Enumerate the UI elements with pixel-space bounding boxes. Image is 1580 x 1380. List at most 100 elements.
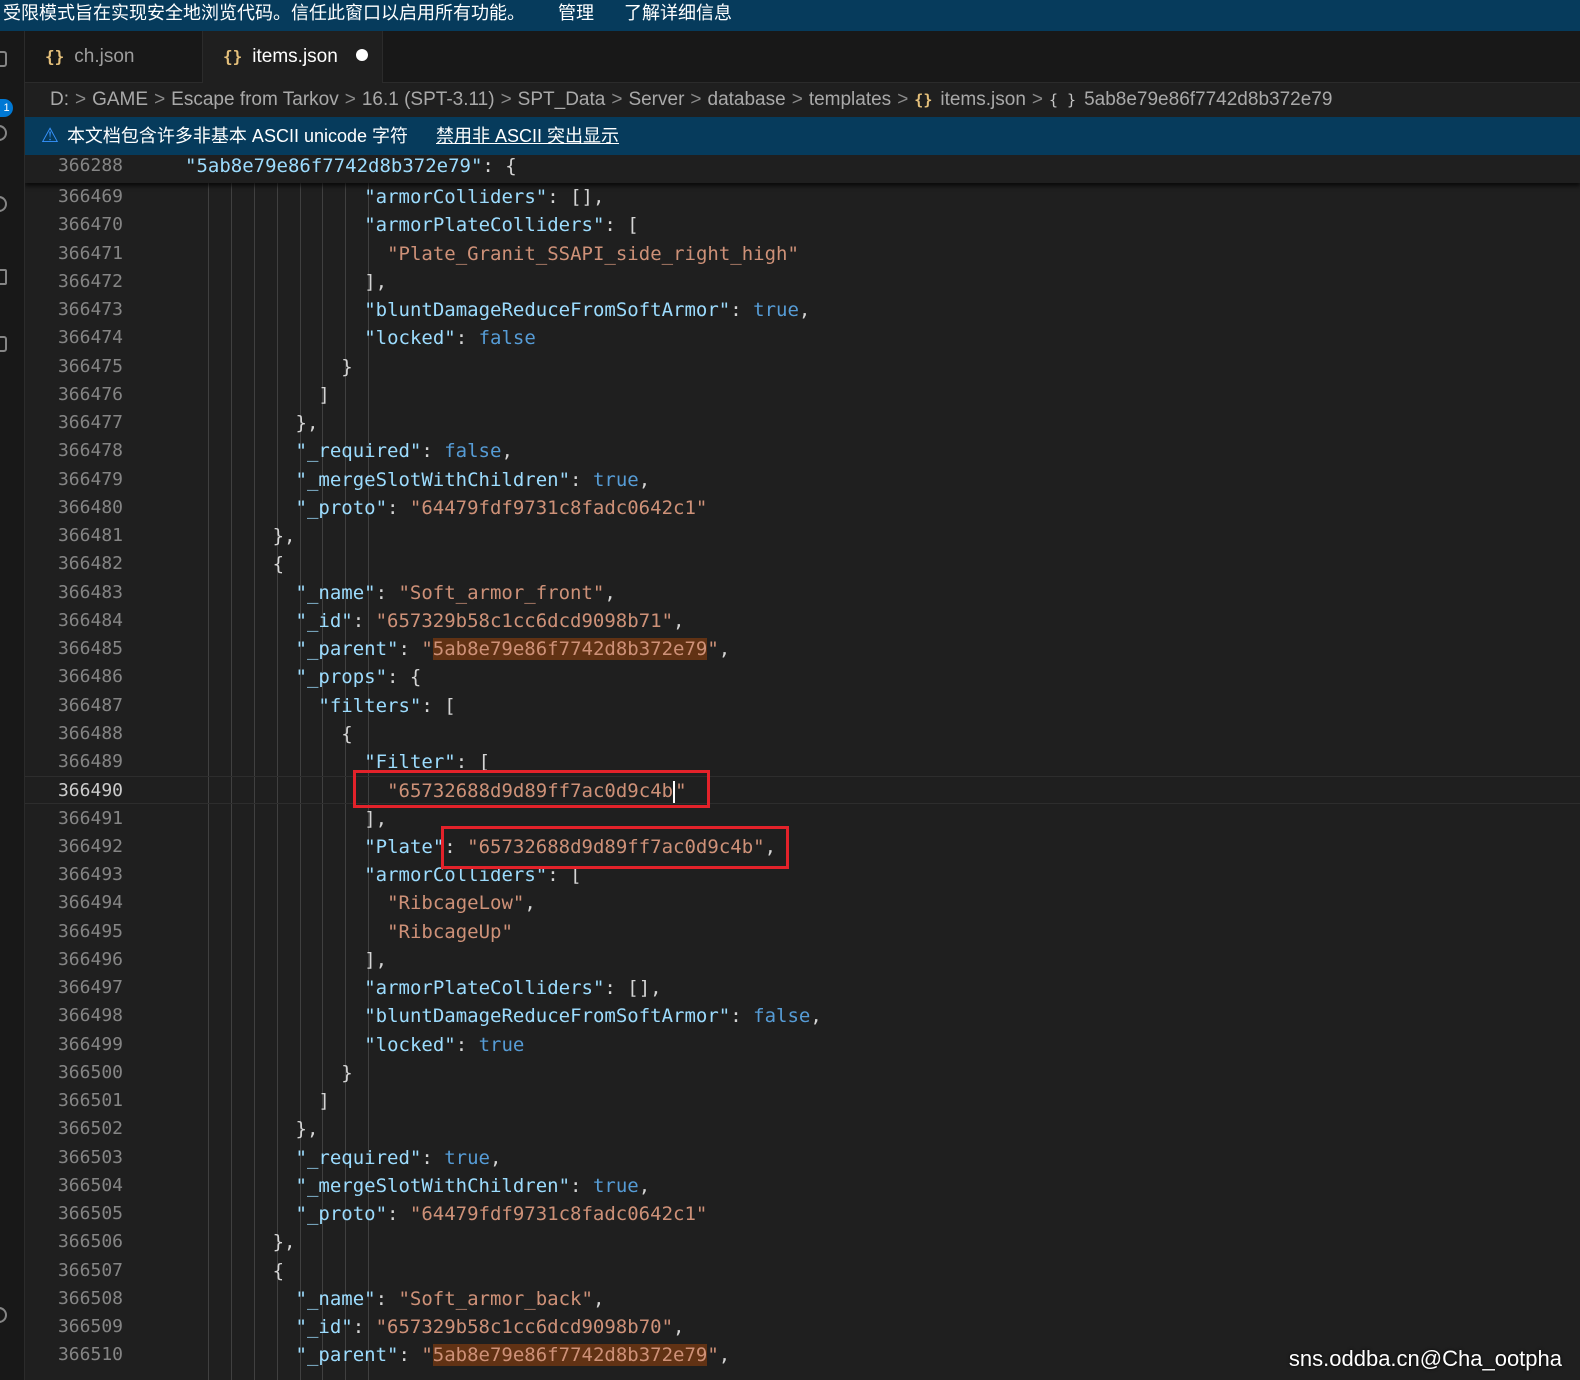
source-control-icon[interactable]	[0, 196, 7, 212]
breadcrumb-item[interactable]: 5ab8e79e86f7742d8b372e79	[1084, 89, 1332, 110]
code-line[interactable]: 366494 "RibcageLow",	[25, 889, 1580, 917]
tab-ch-json[interactable]: {} ch.json	[25, 31, 203, 83]
code-line[interactable]: 366486 "_props": {	[25, 663, 1580, 691]
extensions-icon[interactable]	[0, 336, 7, 352]
breadcrumb-item[interactable]: templates	[809, 89, 891, 110]
code-line[interactable]: 366488 {	[25, 720, 1580, 748]
code-line[interactable]: 366478 "_required": false,	[25, 437, 1580, 465]
code-line[interactable]: 366484 "_id": "657329b58c1cc6dcd9098b71",	[25, 607, 1580, 635]
code-line[interactable]: 366502},	[25, 1115, 1580, 1143]
json-punctuation: :	[398, 638, 422, 660]
code-line[interactable]: 366476]	[25, 381, 1580, 409]
explorer-icon[interactable]	[0, 51, 7, 67]
line-number: 366493	[57, 864, 123, 885]
json-punctuation: :	[730, 299, 754, 321]
code-line[interactable]: 366495 "RibcageUp"	[25, 918, 1580, 946]
line-number: 366490	[57, 780, 123, 802]
code-line[interactable]: 366508 "_name": "Soft_armor_back",	[25, 1285, 1580, 1313]
breadcrumb-item[interactable]: Server	[628, 89, 684, 110]
code-line[interactable]: 366481},	[25, 522, 1580, 550]
chevron-right-icon: >	[154, 89, 166, 110]
code-line[interactable]: 366470 "armorPlateColliders": [	[25, 211, 1580, 239]
line-number: 366508	[57, 1287, 123, 1309]
notification-badge: 1	[0, 99, 13, 117]
code-line[interactable]: 366505 "_proto": "64479fdf9731c8fadc0642c…	[25, 1200, 1580, 1228]
account-icon[interactable]	[0, 1307, 7, 1323]
code-line[interactable]: 366507 {	[25, 1257, 1580, 1285]
json-punctuation: ,	[810, 1005, 822, 1028]
code-line[interactable]: 366491],	[25, 805, 1580, 833]
line-number: 366503	[57, 1146, 123, 1168]
code-line[interactable]: 366500}	[25, 1059, 1580, 1087]
line-number: 366473	[57, 299, 123, 320]
unsaved-dot-icon[interactable]	[355, 48, 368, 61]
code-line[interactable]: 366477},	[25, 409, 1580, 437]
line-number: 366476	[57, 383, 123, 405]
line-number: 366487	[57, 694, 123, 716]
chevron-right-icon: >	[897, 89, 909, 110]
code-line[interactable]: 366496],	[25, 946, 1580, 974]
line-number: 366472	[57, 270, 123, 292]
code-line[interactable]: 366482 {	[25, 550, 1580, 578]
line-number: 366510	[57, 1344, 123, 1366]
code-line[interactable]: 366490 "65732688d9d89ff7ac0d9c4b "	[25, 776, 1580, 805]
code-line[interactable]: 366492 "Plate": "65732688d9d89ff7ac0d9c4b…	[25, 833, 1580, 861]
code-line[interactable]: 366475}	[25, 353, 1580, 381]
breadcrumb-item[interactable]: D:	[50, 89, 69, 110]
code-line[interactable]: 366501]	[25, 1087, 1580, 1115]
breadcrumb-item[interactable]: database	[708, 89, 786, 110]
code-line[interactable]: 366493 "armorColliders": [	[25, 861, 1580, 889]
code-line[interactable]: 366472],	[25, 268, 1580, 296]
code-line[interactable]: 366473 "bluntDamageReduceFromSoftArmor": …	[25, 296, 1580, 324]
breadcrumb-item[interactable]: items.json	[940, 89, 1026, 110]
json-string: "	[707, 1344, 719, 1367]
json-punctuation: :	[352, 1316, 376, 1338]
chevron-right-icon: >	[344, 89, 356, 110]
json-key: "_id"	[295, 609, 353, 632]
breadcrumb-item[interactable]: 16.1 (SPT-3.11)	[362, 89, 495, 110]
code-line[interactable]: 366479 "_mergeSlotWithChildren": true,	[25, 466, 1580, 494]
code-line[interactable]: 366489 "Filter": [	[25, 748, 1580, 776]
code-line[interactable]: 366483 "_name": "Soft_armor_front",	[25, 579, 1580, 607]
json-punctuation: ,	[490, 1146, 502, 1169]
json-key: "filters"	[318, 694, 422, 717]
line-number: 366485	[57, 638, 123, 659]
code-line[interactable]: 366497 "armorPlateColliders": [],	[25, 974, 1580, 1002]
manage-link[interactable]: 管理	[558, 0, 594, 27]
line-number: 366500	[57, 1061, 123, 1083]
sticky-scroll-line[interactable]: 366288 "5ab8e79e86f7742d8b372e79": {	[25, 155, 1580, 183]
chevron-right-icon: >	[690, 89, 702, 110]
code-line[interactable]: 366480 "_proto": "64479fdf9731c8fadc0642c…	[25, 494, 1580, 522]
sticky-punct: : {	[482, 155, 517, 177]
breadcrumb-item[interactable]: GAME	[92, 89, 148, 110]
json-file-icon: {}	[223, 47, 243, 66]
code-line[interactable]: 366509 "_id": "657329b58c1cc6dcd9098b70",	[25, 1313, 1580, 1341]
code-line[interactable]: 366506},	[25, 1228, 1580, 1256]
line-number: 366505	[57, 1203, 123, 1224]
code-line[interactable]: 366504 "_mergeSlotWithChildren": true,	[25, 1172, 1580, 1200]
code-line[interactable]: 366485 "_parent": "5ab8e79e86f7742d8b372e…	[25, 635, 1580, 663]
search-icon[interactable]	[0, 125, 7, 141]
code-line[interactable]: 366499 "locked": true	[25, 1031, 1580, 1059]
breadcrumb-item[interactable]: SPT_Data	[518, 89, 606, 110]
json-punctuation: : [],	[604, 977, 662, 999]
code-line[interactable]: 366471 "Plate_Granit_SSAPI_side_right_hig…	[25, 240, 1580, 268]
disable-ascii-highlight-link[interactable]: 禁用非 ASCII 突出显示	[436, 126, 619, 146]
learn-more-link[interactable]: 了解详细信息	[624, 0, 732, 27]
breadcrumb-item[interactable]: Escape from Tarkov	[171, 89, 339, 110]
code-line[interactable]: 366469 "armorColliders": [],	[25, 183, 1580, 211]
code-editor[interactable]: 366288 "5ab8e79e86f7742d8b372e79": { 366…	[25, 155, 1580, 1380]
code-line[interactable]: 366498 "bluntDamageReduceFromSoftArmor": …	[25, 1002, 1580, 1030]
json-punctuation: ]	[318, 1090, 330, 1112]
code-line[interactable]: 366474 "locked": false	[25, 324, 1580, 352]
line-number: 366496	[57, 948, 123, 970]
json-boolean: true	[478, 1033, 525, 1056]
json-boolean: true	[444, 1146, 490, 1169]
code-line[interactable]: 366487 "filters": [	[25, 692, 1580, 720]
code-line[interactable]: 366503 "_required": true,	[25, 1144, 1580, 1172]
line-number: 366486	[57, 666, 123, 688]
highlight-box-plate	[441, 826, 789, 869]
run-debug-icon[interactable]	[0, 269, 7, 285]
tab-items-json[interactable]: {} items.json	[203, 31, 383, 83]
json-string: "	[421, 638, 433, 660]
